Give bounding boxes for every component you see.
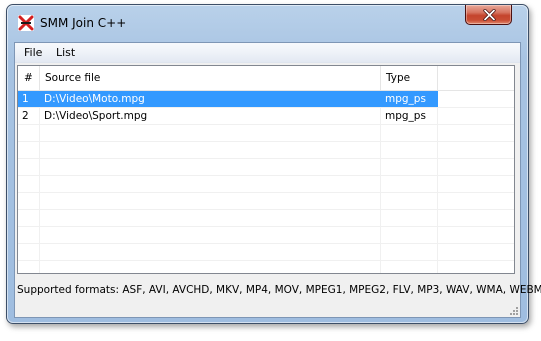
row-type: mpg_ps bbox=[385, 110, 426, 122]
column-header-index[interactable]: # bbox=[18, 66, 40, 90]
supported-formats-label: Supported formats: ASF, AVI, AVCHD, MKV,… bbox=[17, 284, 541, 296]
list-header: # Source file Type bbox=[18, 66, 514, 91]
app-window: SMM Join C++ File List # Source file Typ… bbox=[6, 4, 541, 324]
grid-line bbox=[18, 124, 514, 125]
list-rows: 1 D:\Video\Moto.mpg mpg_ps 2 D:\Video\Sp… bbox=[18, 91, 514, 273]
window-title: SMM Join C++ bbox=[40, 16, 127, 30]
grid-line bbox=[18, 226, 514, 227]
close-icon bbox=[483, 9, 496, 21]
file-list-view[interactable]: # Source file Type 1 D:\Video\Moto.mpg m… bbox=[17, 65, 515, 274]
grid-line bbox=[18, 243, 514, 244]
grid-line bbox=[18, 192, 514, 193]
menu-bar: File List bbox=[15, 43, 520, 63]
client-area: File List # Source file Type 1 D:\Video\… bbox=[14, 42, 541, 318]
table-row[interactable]: 1 D:\Video\Moto.mpg mpg_ps bbox=[18, 91, 514, 107]
table-row[interactable]: 2 D:\Video\Sport.mpg mpg_ps bbox=[18, 108, 514, 124]
column-header-source-file[interactable]: Source file bbox=[40, 66, 381, 90]
resize-grip-icon[interactable] bbox=[508, 305, 518, 315]
row-type: mpg_ps bbox=[381, 91, 438, 107]
row-index: 2 bbox=[22, 110, 29, 122]
close-button[interactable] bbox=[465, 5, 512, 25]
grid-line bbox=[18, 158, 514, 159]
grid-line bbox=[18, 175, 514, 176]
column-header-filler bbox=[438, 66, 514, 90]
row-index: 1 bbox=[18, 91, 40, 107]
menu-list[interactable]: List bbox=[56, 46, 75, 59]
grid-line bbox=[18, 209, 514, 210]
grid-line bbox=[18, 260, 514, 261]
menu-file[interactable]: File bbox=[24, 46, 42, 59]
smm-logo-icon[interactable] bbox=[18, 15, 34, 31]
row-source-file: D:\Video\Moto.mpg bbox=[40, 91, 381, 107]
grid-line bbox=[18, 141, 514, 142]
row-source-file: D:\Video\Sport.mpg bbox=[44, 110, 148, 122]
title-bar[interactable]: SMM Join C++ bbox=[7, 5, 528, 41]
column-header-type[interactable]: Type bbox=[381, 66, 438, 90]
